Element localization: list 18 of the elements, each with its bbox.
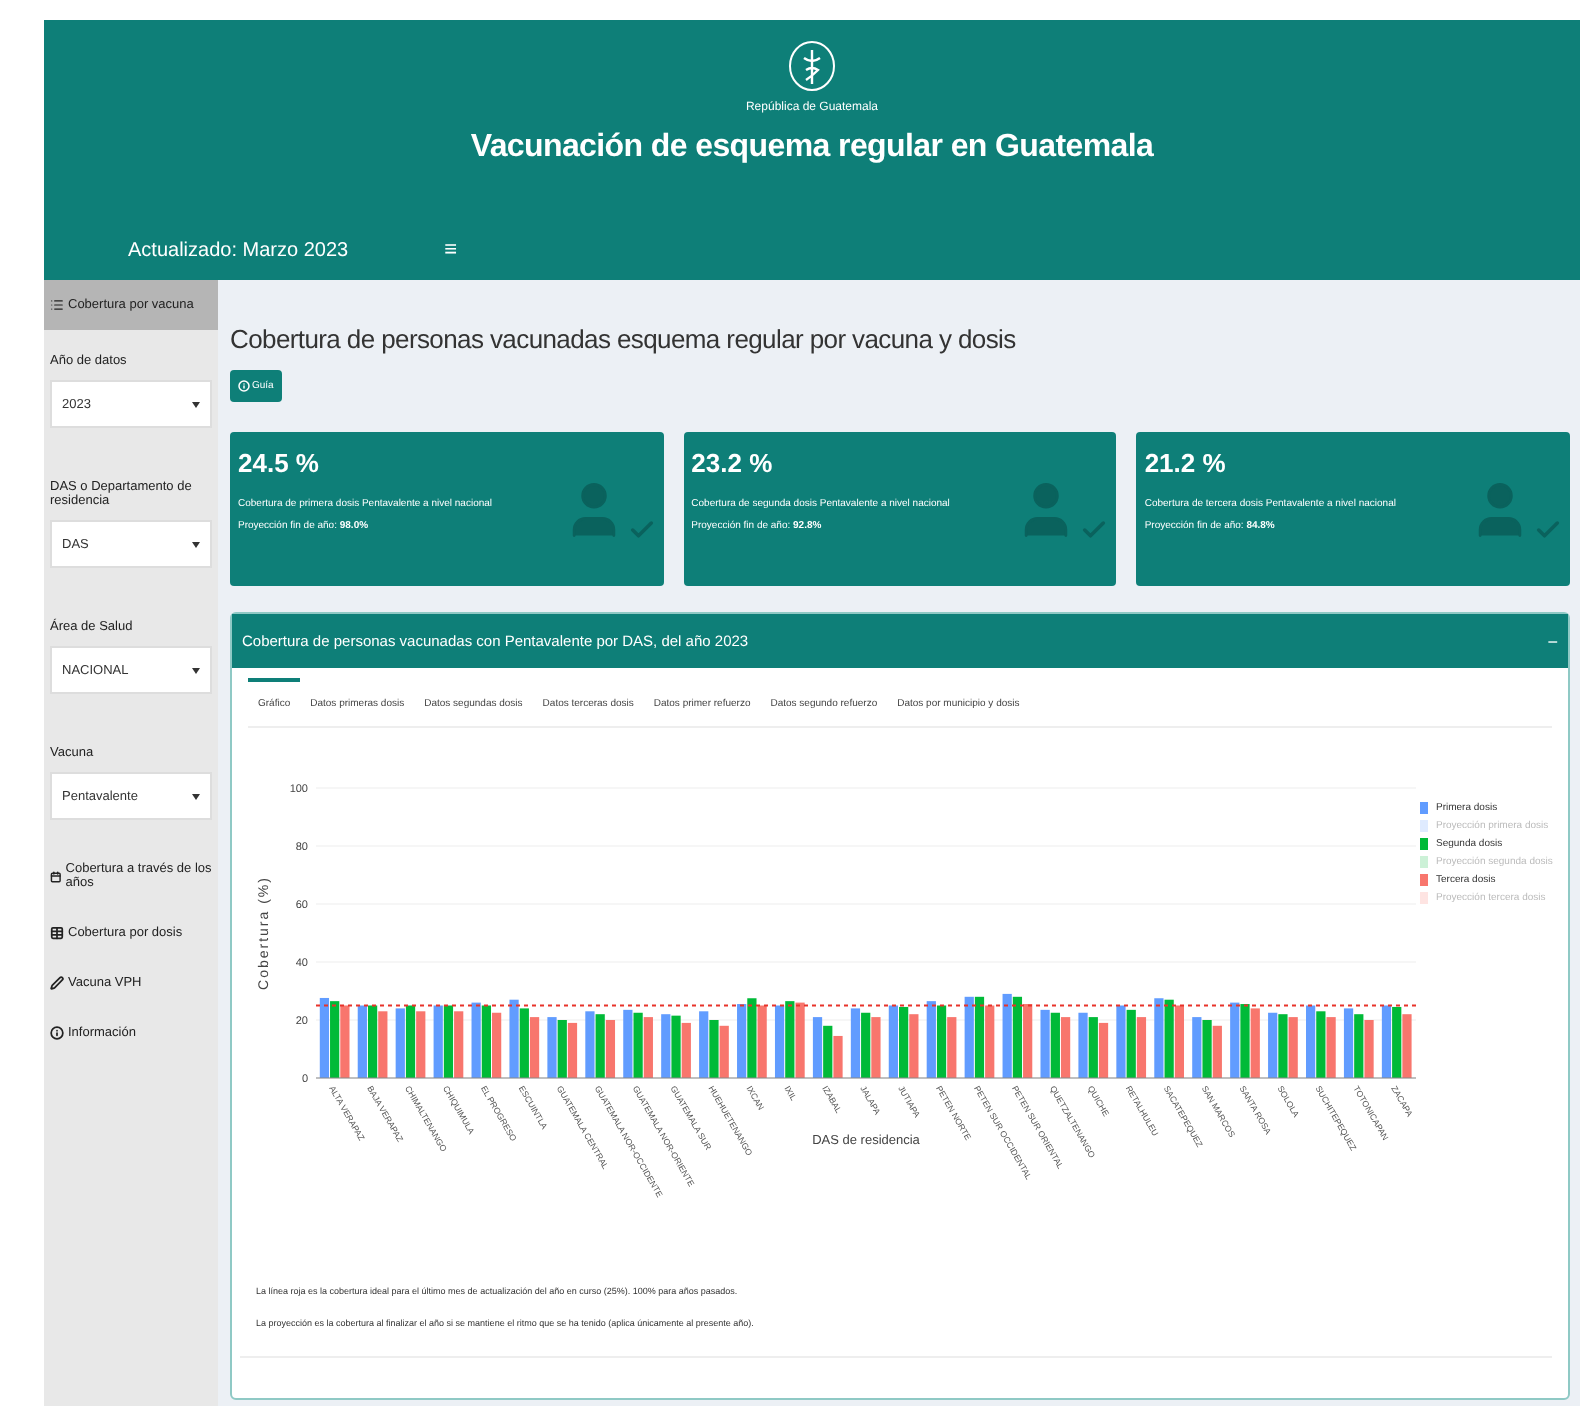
caret-icon bbox=[192, 541, 200, 547]
stat-value: 23.2 % bbox=[691, 448, 775, 478]
stat-value: 21.2 % bbox=[1144, 448, 1228, 478]
calendar-icon bbox=[50, 869, 62, 883]
list-icon bbox=[50, 298, 64, 312]
pen-icon bbox=[50, 976, 64, 990]
update-date: Actualizado: Marzo 2023 bbox=[128, 239, 349, 261]
caret-icon bbox=[192, 401, 200, 407]
table-icon bbox=[50, 926, 64, 940]
caret-icon bbox=[192, 793, 200, 799]
info-icon bbox=[50, 1026, 64, 1040]
section-title: Cobertura de personas vacunadas esquema regular por vacuna y dosis bbox=[230, 324, 1018, 354]
stat-value: 24.5 % bbox=[238, 448, 321, 478]
page-title: Vacunación de esquema regular en Guatemala bbox=[470, 130, 1154, 166]
collapse-button[interactable]: − bbox=[1547, 631, 1558, 651]
caret-icon bbox=[192, 667, 200, 673]
info-icon bbox=[238, 380, 250, 392]
menu-toggle[interactable]: ≡ bbox=[444, 238, 457, 262]
